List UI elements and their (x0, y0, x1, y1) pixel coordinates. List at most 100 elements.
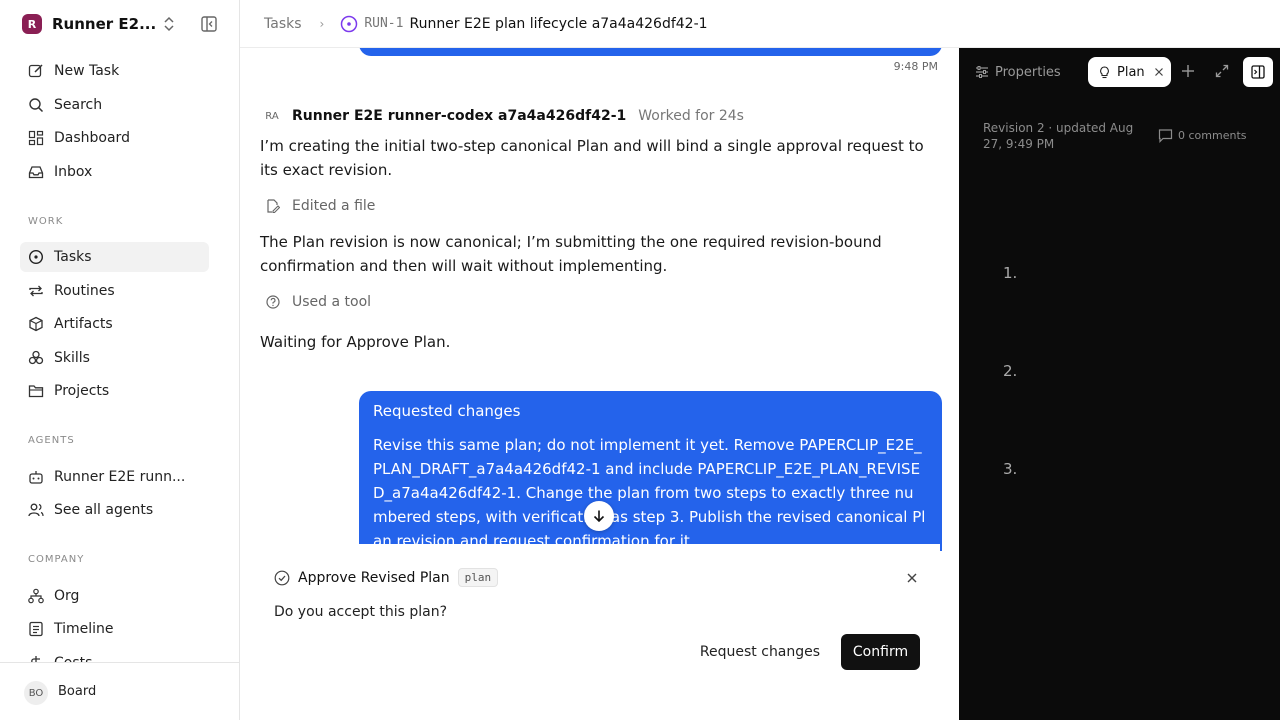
users-icon (28, 503, 44, 517)
sidebar-item-label: Projects (54, 383, 110, 399)
sidebar-item-projects[interactable]: Projects (20, 376, 209, 406)
sidebar-item-dashboard[interactable]: Dashboard (20, 123, 209, 153)
comments-count: 0 comments (1178, 129, 1247, 142)
plan-step-number: 3. (1003, 460, 1018, 478)
action-used-tool[interactable]: Used a tool (266, 294, 371, 310)
approval-tag: plan (457, 568, 499, 587)
sidebar-collapse-icon[interactable] (200, 15, 218, 33)
timeline-icon (29, 621, 43, 637)
folder-icon (28, 385, 44, 398)
sidebar-item-tasks[interactable]: Tasks (20, 242, 209, 272)
sidebar-item-inbox[interactable]: Inbox (20, 157, 209, 187)
arrow-down-icon (593, 510, 605, 523)
avatar: BO (24, 681, 48, 705)
task-circle-icon (28, 249, 44, 265)
help-circle-icon (266, 295, 280, 309)
revision-meta: Revision 2 · updated Aug 27, 9:49 PM (983, 121, 1134, 151)
approval-title: Approve Revised Plan (298, 569, 450, 586)
scroll-to-bottom-button[interactable] (584, 501, 614, 531)
breadcrumb-tasks[interactable]: Tasks (264, 16, 302, 32)
breadcrumb: Tasks › RUN-1 Runner E2E plan lifecycle … (240, 0, 1280, 48)
previous-message-bubble (359, 48, 942, 56)
user-message-bubble: Requested changes Revise this same plan;… (359, 391, 942, 551)
skills-icon (28, 350, 44, 365)
panel-toggle-button[interactable] (1243, 57, 1273, 87)
section-label-agents: AGENTS (28, 435, 75, 446)
sidebar-item-label: Dashboard (54, 130, 130, 146)
repeat-icon (29, 285, 43, 297)
tab-properties[interactable]: Properties (975, 60, 1061, 84)
message-paragraph: I’m creating the initial two-step canoni… (260, 137, 924, 179)
workspace-logo: R (22, 14, 42, 34)
dashboard-icon (28, 130, 44, 146)
sidebar-item-routines[interactable]: Routines (20, 276, 209, 306)
approval-card: Approve Revised Plan plan Do you accept … (260, 544, 940, 720)
workspace-name: Runner E2... (52, 15, 157, 33)
comment-icon (1158, 129, 1173, 143)
action-label: Used a tool (292, 294, 372, 310)
message-header: RA Runner E2E runner-codex a7a4a426df42-… (260, 104, 744, 128)
close-icon[interactable] (906, 572, 918, 584)
bot-icon (29, 471, 43, 484)
close-icon[interactable] (1154, 67, 1164, 77)
sidebar-item-label: Skills (54, 350, 90, 366)
message-paragraph: Waiting for Approve Plan. (260, 333, 451, 351)
lightbulb-icon (1100, 65, 1109, 78)
request-changes-button[interactable]: Request changes (690, 634, 830, 670)
sidebar-item-label: Routines (54, 283, 115, 299)
plan-step-number: 2. (1003, 362, 1018, 380)
chevron-up-down-icon[interactable] (160, 14, 178, 34)
sidebar-item-skills[interactable]: Skills (20, 343, 209, 373)
worked-duration: Worked for 24s (638, 108, 744, 124)
user-name: Board (58, 684, 97, 699)
confirm-button[interactable]: Confirm (841, 634, 920, 670)
sidebar-item-org[interactable]: Org (20, 581, 209, 611)
avatar: RA (265, 110, 279, 122)
sidebar-item-label: Timeline (54, 621, 114, 637)
message-paragraph: The Plan revision is now canonical; I’m … (260, 233, 882, 275)
org-icon (28, 588, 44, 604)
task-status-icon[interactable] (340, 15, 358, 33)
action-edited-file[interactable]: Edited a file (266, 198, 375, 214)
sidebar-item-new-task[interactable]: New Task (20, 56, 209, 86)
expand-icon[interactable] (1215, 64, 1229, 78)
sidebar-footer[interactable]: BO Board (0, 662, 239, 720)
message-body: Revise this same plan; do not implement … (373, 436, 926, 550)
plan-step-number: 1. (1003, 264, 1018, 282)
sidebar-item-label: Inbox (54, 164, 93, 180)
message-timestamp: 9:48 PM (893, 60, 938, 73)
file-edit-icon (267, 199, 280, 213)
task-id: RUN-1 (364, 16, 404, 31)
action-label: Edited a file (292, 198, 376, 214)
sidebar-item-artifacts[interactable]: Artifacts (20, 309, 209, 339)
approval-header: Approve Revised Plan plan (274, 568, 499, 587)
chevron-right-icon: › (319, 16, 325, 31)
sidebar-item-label: Search (54, 97, 103, 113)
section-label-work: WORK (28, 216, 64, 227)
workspace-switcher[interactable]: R Runner E2... (22, 12, 156, 36)
plan-panel: Properties Plan Revision 2 · updated Aug… (959, 48, 1280, 720)
panel-right-icon (1251, 65, 1265, 79)
chat-thread[interactable]: 9:48 PM RA Runner E2E runner-codex a7a4a… (240, 48, 959, 720)
sidebar-item-label: New Task (54, 63, 120, 79)
sidebar-item-agent[interactable]: Runner E2E runn... (20, 462, 209, 492)
page-title: Runner E2E plan lifecycle a7a4a426df42-1 (409, 15, 708, 32)
tab-plan[interactable]: Plan (1088, 57, 1171, 87)
comments-link[interactable]: 0 comments (1158, 128, 1247, 143)
sidebar: R Runner E2... New Task Search Dashboard… (0, 0, 240, 720)
inbox-icon (28, 166, 44, 179)
sliders-icon (976, 66, 988, 78)
sidebar-item-see-all-agents[interactable]: See all agents (20, 495, 209, 525)
approval-question: Do you accept this plan? (274, 604, 448, 620)
sidebar-item-timeline[interactable]: Timeline (20, 614, 209, 644)
box-icon (29, 316, 43, 332)
plus-icon[interactable] (1181, 64, 1195, 78)
sidebar-item-label: Runner E2E runn... (54, 469, 186, 485)
sidebar-item-search[interactable]: Search (20, 90, 209, 120)
search-icon (29, 98, 44, 113)
section-label-company: COMPANY (28, 554, 85, 565)
sidebar-item-label: Tasks (54, 249, 92, 265)
tab-label: Properties (995, 64, 1061, 80)
sidebar-item-label: Artifacts (54, 316, 113, 332)
check-circle-icon (274, 570, 290, 585)
